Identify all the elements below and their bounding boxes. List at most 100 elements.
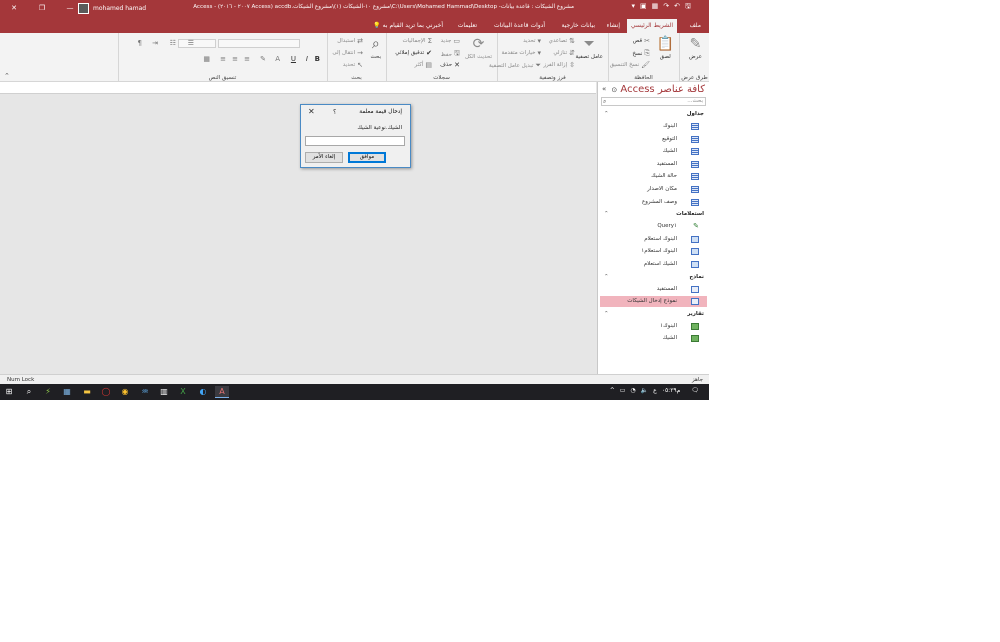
- nav-menu-icon[interactable]: ⊙: [611, 86, 617, 94]
- close-icon[interactable]: ✕: [0, 0, 28, 17]
- help-icon[interactable]: ؟: [333, 108, 336, 116]
- select-button[interactable]: ↖ تحديد: [343, 61, 363, 69]
- tab-external-data[interactable]: بيانات خارجية: [557, 19, 599, 33]
- tab-home[interactable]: الشريط الرئيسي: [626, 19, 677, 33]
- nav-search-input[interactable]: ⌕ بحث...: [601, 97, 706, 106]
- remove-sort-button[interactable]: ⇳ إزالة الفرز: [543, 61, 575, 69]
- align-right-icon[interactable]: ≡: [220, 55, 226, 63]
- cancel-button[interactable]: إلغاء الأمر: [305, 152, 343, 163]
- collapse-ribbon-icon[interactable]: ⌃: [4, 72, 10, 80]
- nav-item[interactable]: البنوك استعلام: [600, 234, 707, 245]
- nav-item[interactable]: الشيك: [600, 146, 707, 157]
- nav-item[interactable]: المستفيد: [600, 284, 707, 295]
- font-name-dropdown[interactable]: [218, 39, 300, 48]
- language-indicator[interactable]: ع: [653, 387, 657, 394]
- tab-create[interactable]: إنشاء: [603, 19, 624, 33]
- toggle-filter-button[interactable]: ⏷ تبديل عامل التصفية: [489, 61, 541, 70]
- restore-icon[interactable]: ❐: [28, 0, 56, 17]
- nav-item[interactable]: البنوك١: [600, 321, 707, 332]
- replace-button[interactable]: ⇄ استبدال: [337, 37, 363, 45]
- shutter-bar-icon[interactable]: «: [602, 85, 606, 93]
- wifi-app-icon[interactable]: ⚡: [41, 386, 55, 398]
- delete-record-button[interactable]: ✕ حذف: [440, 61, 460, 69]
- file-explorer-icon[interactable]: ▬: [80, 386, 94, 398]
- nav-item[interactable]: نموذج إدخال الشيكات: [600, 296, 707, 308]
- nav-item[interactable]: الشيك: [600, 333, 707, 344]
- notifications-icon[interactable]: 🗨: [691, 387, 699, 394]
- descending-button[interactable]: ⇵ تنازلي: [553, 49, 575, 57]
- app-icon[interactable]: ▥: [157, 386, 171, 398]
- nav-group-header[interactable]: تقارير ⌃: [600, 309, 707, 320]
- rtl-icon[interactable]: ¶: [138, 39, 142, 47]
- advanced-button[interactable]: ▾ خيارات متقدمة: [501, 49, 541, 57]
- new-record-button[interactable]: ▭ جديد: [441, 37, 460, 45]
- browser-icon[interactable]: ◐: [196, 386, 210, 398]
- access-icon[interactable]: A: [215, 386, 229, 398]
- volume-icon[interactable]: 🔈: [641, 387, 648, 394]
- ascending-button[interactable]: ⇅ تصاعدي: [549, 37, 575, 45]
- nav-item[interactable]: الشيك استعلام: [600, 259, 707, 270]
- font-size-dropdown[interactable]: [178, 39, 216, 48]
- bullets-icon[interactable]: ☰: [188, 39, 194, 47]
- nav-group-header[interactable]: استعلامات ⌃: [600, 209, 707, 220]
- calculator-icon[interactable]: ▦: [60, 386, 74, 398]
- close-icon[interactable]: ✕: [308, 107, 315, 116]
- nav-item[interactable]: ✎ Query١: [600, 221, 707, 232]
- tab-file[interactable]: ملف: [686, 19, 705, 33]
- find-button[interactable]: ⌕ بحث: [371, 36, 381, 60]
- underline-button[interactable]: U: [291, 55, 296, 63]
- search-icon[interactable]: ⌕: [22, 386, 36, 398]
- parameter-value-input[interactable]: [305, 136, 405, 146]
- refresh-all-button[interactable]: ⟳ تحديث الكل: [465, 36, 492, 60]
- background-color-icon[interactable]: ▦: [203, 55, 210, 63]
- more-button[interactable]: ▤ أكثر: [415, 61, 432, 69]
- network-icon[interactable]: ◔: [630, 387, 635, 394]
- nav-item[interactable]: مكان الاصدار: [600, 184, 707, 195]
- copy-button[interactable]: ⎘ نسخ: [632, 49, 650, 58]
- battery-icon[interactable]: ▭: [620, 387, 626, 394]
- nav-item[interactable]: التوقيع: [600, 134, 707, 145]
- format-painter-button[interactable]: 🖌 نسخ التنسيق: [610, 61, 650, 69]
- bold-button[interactable]: B: [315, 55, 320, 63]
- chrome-icon[interactable]: ◉: [118, 386, 132, 398]
- clock[interactable]: م٠٥:٢٩: [662, 387, 681, 394]
- align-center-icon[interactable]: ≡: [232, 55, 238, 63]
- totals-button[interactable]: Σ الإجماليات: [402, 37, 432, 45]
- form-icon[interactable]: ▣: [640, 2, 647, 13]
- nav-item[interactable]: المستفيد: [600, 159, 707, 170]
- view-button[interactable]: ✎ عرض: [689, 36, 702, 60]
- user-account[interactable]: mohamed hamad: [78, 3, 146, 14]
- italic-button[interactable]: I: [306, 55, 308, 63]
- undo-icon[interactable]: ↶: [674, 2, 680, 13]
- nav-item[interactable]: البنوك: [600, 121, 707, 132]
- table-icon[interactable]: ▦: [652, 2, 659, 13]
- nav-item[interactable]: البنوك استعلام١: [600, 246, 707, 257]
- customize-qat-icon[interactable]: ▾: [632, 2, 636, 13]
- messenger-icon[interactable]: ♒: [138, 386, 152, 398]
- spelling-button[interactable]: ✔ تدقيق إملائي: [395, 49, 432, 57]
- tell-me-search[interactable]: 💡 أخبرني بما تريد القيام به: [369, 19, 447, 33]
- excel-icon[interactable]: X: [176, 386, 190, 398]
- numbering-icon[interactable]: ☷: [170, 39, 176, 47]
- paste-button[interactable]: 📋 لصق: [657, 36, 674, 60]
- goto-button[interactable]: → انتقال إلى: [332, 49, 363, 57]
- tab-database-tools[interactable]: أدوات قاعدة البيانات: [490, 19, 549, 33]
- nav-group-header[interactable]: نماذج ⌃: [600, 272, 707, 283]
- opera-icon[interactable]: ◯: [99, 386, 113, 398]
- save-record-button[interactable]: 🖫 حفظ: [441, 49, 460, 60]
- nav-group-header[interactable]: جداول ⌃: [600, 109, 707, 120]
- highlight-icon[interactable]: ✎: [260, 55, 266, 63]
- selection-button[interactable]: ▾ تحديد: [523, 37, 541, 45]
- filter-button[interactable]: ⏷ عامل تصفية: [575, 36, 603, 60]
- font-color-icon[interactable]: A: [275, 55, 280, 63]
- cut-button[interactable]: ✂ قص: [633, 37, 650, 45]
- nav-item[interactable]: وصف المشروع: [600, 197, 707, 208]
- redo-icon[interactable]: ↷: [663, 2, 669, 13]
- save-icon[interactable]: 🖫: [685, 2, 691, 13]
- indent-icon[interactable]: ⇥: [152, 39, 158, 47]
- ok-button[interactable]: موافق: [348, 152, 386, 163]
- tab-help[interactable]: تعليمات: [454, 19, 481, 33]
- chevron-up-icon[interactable]: ^: [610, 387, 615, 394]
- nav-pane-header[interactable]: كافة عناصر Access ⊙: [611, 84, 705, 95]
- nav-item[interactable]: حالة الشيك: [600, 171, 707, 182]
